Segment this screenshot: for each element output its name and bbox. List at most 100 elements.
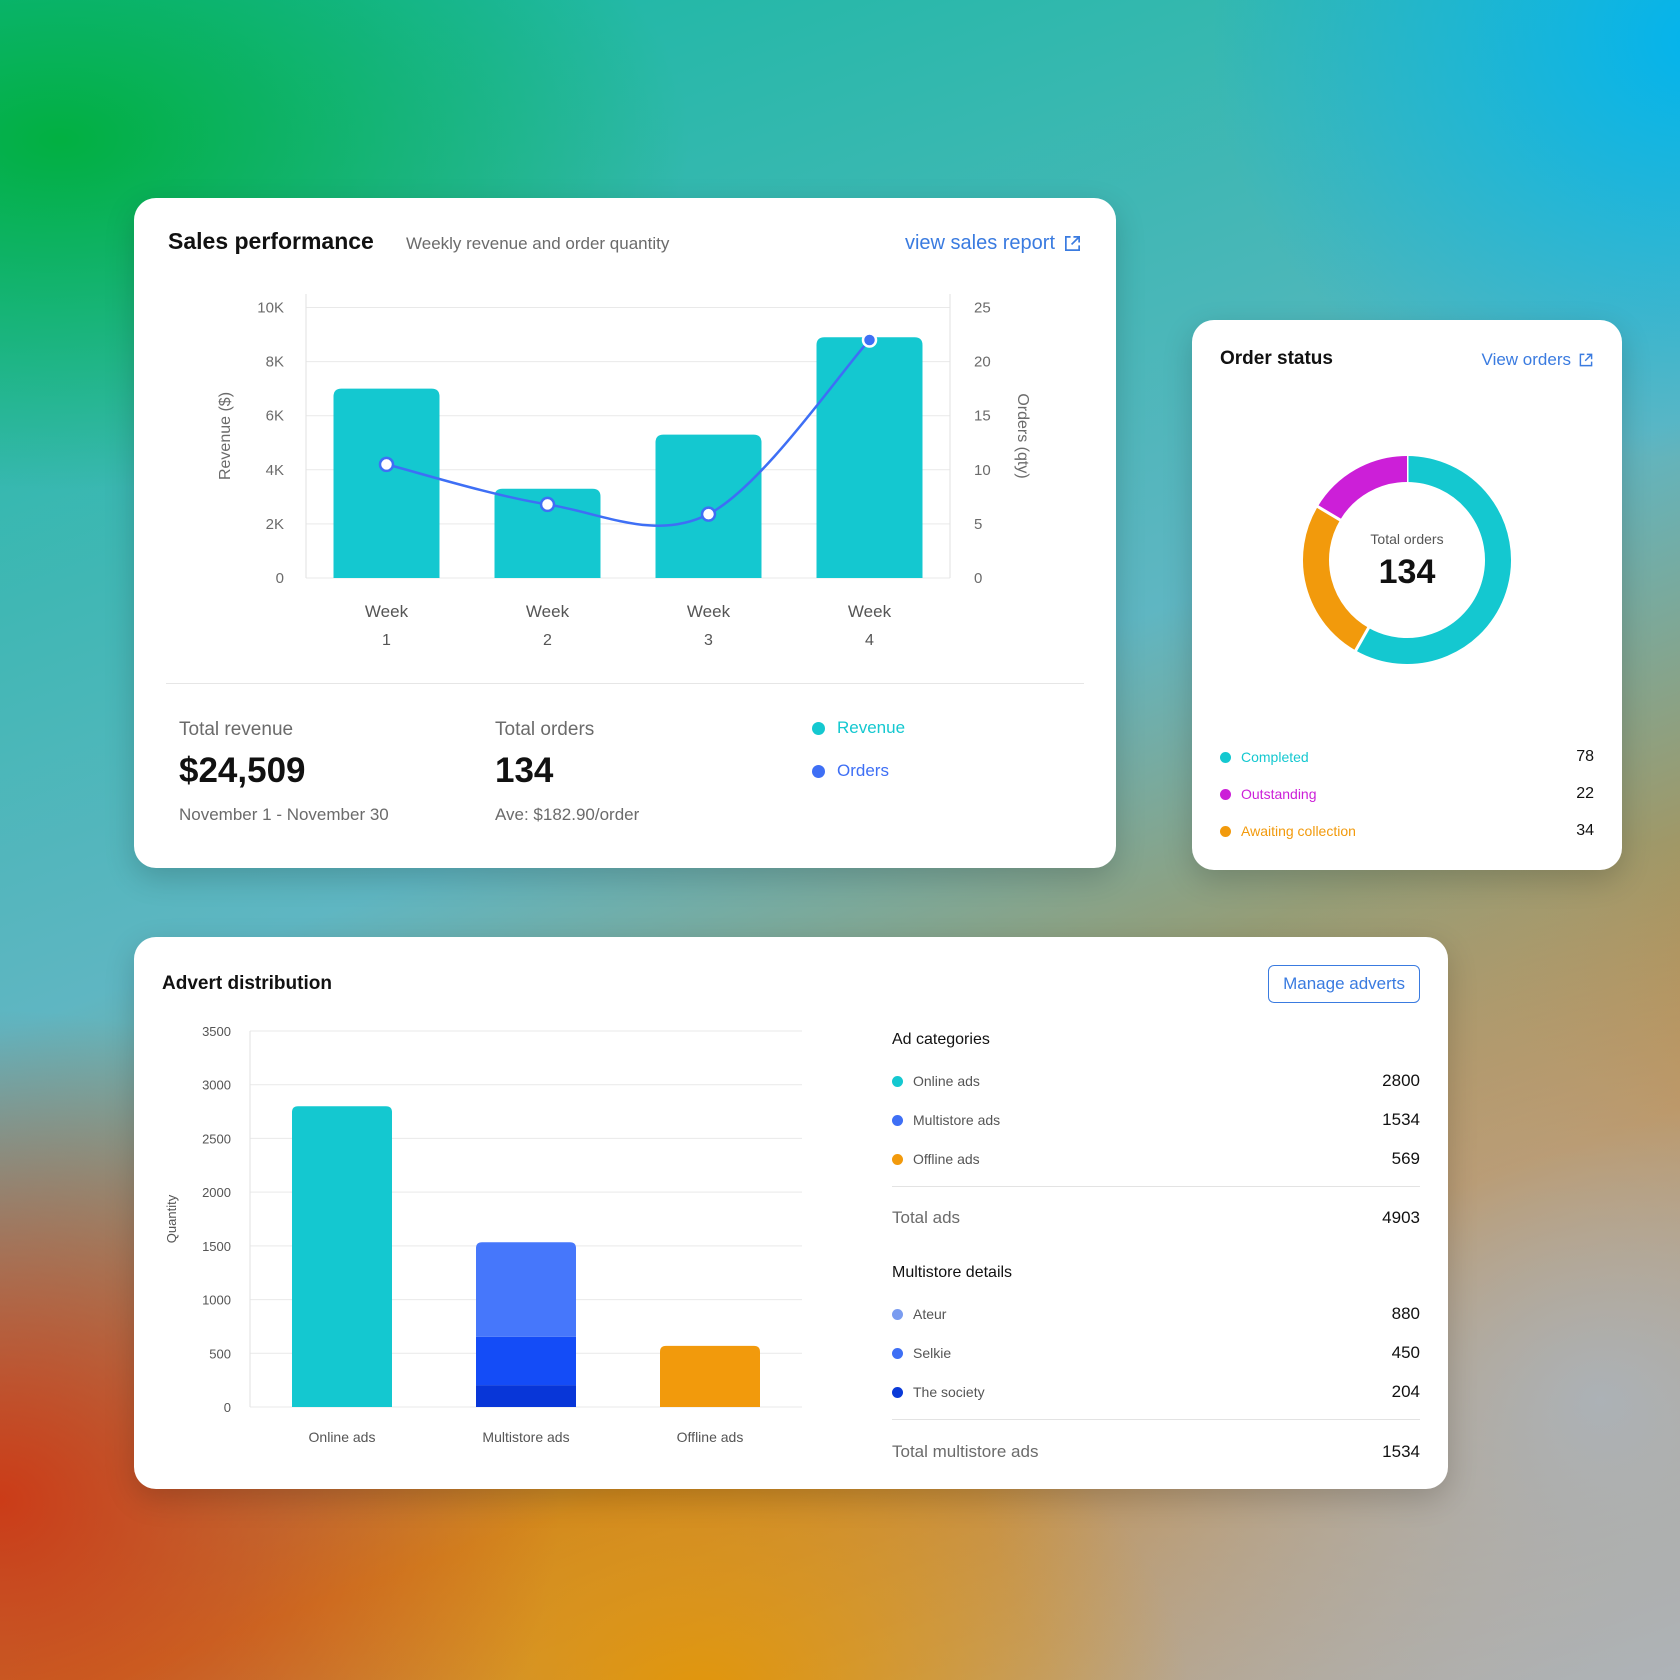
multistore-details-title: Multistore details [892, 1264, 1013, 1281]
legend-dot-icon [892, 1153, 903, 1165]
legend-dot-icon [1220, 788, 1231, 800]
ad-category-value: 2800 [1382, 1071, 1420, 1090]
legend-dot-icon [892, 1386, 903, 1398]
total-revenue-label: Total revenue [179, 719, 294, 740]
status-label: Completed [1241, 749, 1309, 765]
orders-point [378, 456, 395, 473]
revenue-bar [333, 388, 440, 578]
ad-category-row: Online ads 2800 [892, 1071, 1420, 1091]
ad-category-label: Multistore ads [913, 1112, 1001, 1128]
status-value: 22 [1576, 785, 1594, 802]
legend-dot-icon [892, 1308, 903, 1320]
ad-categories-title: Ad categories [892, 1031, 990, 1048]
status-row-completed: Completed 78 [1220, 748, 1594, 766]
date-range: November 1 - November 30 [179, 805, 389, 824]
advert-chart: 0 500 1000 1500 2000 2500 3000 3500 Quantity Onli… [164, 1024, 802, 1445]
y-tick-label: 6K [266, 408, 284, 425]
sales-performance-card: Sales performance Weekly revenue and ord… [134, 198, 1116, 868]
x-tick-label: 3 [704, 632, 713, 649]
total-multistore-row: Total multistore ads 1534 [892, 1442, 1420, 1462]
total-orders-value: 134 [495, 751, 554, 790]
legend-orders-label: Orders [837, 761, 889, 780]
revenue-bar [816, 337, 923, 578]
legend-dot-icon [892, 1114, 903, 1126]
orders-point [861, 332, 878, 348]
sales-chart: 0 2K 4K 6K 8K 10K 0 5 10 15 20 25 Revenue ($) Orders … [217, 294, 1031, 649]
legend-dot-icon [1220, 825, 1231, 837]
multistore-label: Selkie [913, 1345, 952, 1361]
multistore-label: The society [913, 1384, 985, 1400]
y-tick-label: 2500 [202, 1131, 231, 1146]
orders-point [539, 496, 556, 513]
multistore-row: Selkie 450 [892, 1343, 1420, 1363]
status-row-outstanding: Outstanding 22 [1220, 785, 1594, 803]
manage-adverts-button[interactable]: Manage adverts [1268, 965, 1420, 1003]
status-value: 34 [1576, 822, 1594, 839]
multistore-row: Ateur 880 [892, 1304, 1420, 1324]
total-multistore-value: 1534 [1382, 1442, 1420, 1461]
y-tick-label: 3000 [202, 1078, 231, 1093]
x-tick-label: Week [848, 602, 892, 621]
sales-divider [166, 683, 1084, 684]
ad-category-row: Offline ads 569 [892, 1149, 1420, 1169]
orders-line [386, 339, 871, 527]
x-tick-label: Week [687, 602, 731, 621]
status-label: Awaiting collection [1241, 823, 1356, 839]
legend-dot-icon [892, 1347, 903, 1359]
y-tick-label: 0 [224, 1400, 231, 1415]
y-tick-label: 1500 [202, 1239, 231, 1254]
order-status-card: Order status View orders Total orders 134… [1192, 320, 1622, 870]
legend-dot-icon [892, 1075, 903, 1087]
x-tick-label: 2 [543, 632, 552, 649]
x-tick-label: Week [365, 602, 409, 621]
advert-bar-segment [292, 1106, 392, 1407]
total-orders-label: Total orders [495, 719, 595, 740]
ad-category-value: 569 [1391, 1149, 1420, 1168]
ad-category-value: 1534 [1382, 1110, 1420, 1129]
x-tick-label: 4 [865, 632, 874, 649]
advert-distribution-card: Advert distribution Manage adverts 0 500 1… [134, 937, 1448, 1489]
y-tick-label: 10K [257, 300, 284, 317]
y2-axis-label: Orders (qty) [1014, 393, 1031, 478]
total-multistore-label: Total multistore ads [892, 1442, 1039, 1461]
y2-tick-label: 20 [974, 354, 991, 371]
orders-point [700, 506, 717, 522]
order-status-donut: Total orders 134 [1303, 455, 1511, 664]
y-tick-label: 2K [266, 516, 284, 533]
y-tick-label: 4K [266, 462, 284, 479]
y-tick-label: 1000 [202, 1293, 231, 1308]
multistore-row: The society 204 [892, 1382, 1420, 1402]
legend-dot-icon [812, 764, 825, 778]
legend-dot-icon [812, 721, 825, 735]
donut-slice [1317, 456, 1408, 521]
y-axis-label: Quantity [164, 1194, 179, 1243]
y2-tick-label: 15 [974, 408, 991, 425]
y-axis-label: Revenue ($) [217, 392, 234, 480]
total-revenue-value: $24,509 [179, 751, 306, 790]
revenue-bar [655, 434, 762, 578]
advert-bar-segment [476, 1336, 576, 1386]
legend-revenue: Revenue [812, 718, 905, 738]
ad-category-label: Online ads [913, 1073, 980, 1089]
legend-revenue-label: Revenue [837, 718, 906, 737]
advert-bar-segment [476, 1242, 576, 1337]
average-order: Ave: $182.90/order [495, 805, 640, 824]
total-ads-label: Total ads [892, 1208, 961, 1227]
donut-center-value: 134 [1379, 553, 1436, 591]
y-tick-label: 0 [276, 570, 284, 587]
advert-bar-segment [476, 1385, 576, 1407]
y2-tick-label: 5 [974, 516, 982, 533]
status-label: Outstanding [1241, 786, 1317, 802]
donut-slice [1303, 506, 1369, 651]
y2-tick-label: 25 [974, 300, 991, 317]
legend-orders: Orders [812, 761, 889, 781]
status-value: 78 [1576, 748, 1594, 765]
multistore-label: Ateur [913, 1306, 947, 1322]
x-tick-label: Multistore ads [482, 1429, 569, 1445]
multistore-value: 880 [1391, 1304, 1420, 1323]
ad-category-label: Offline ads [913, 1151, 980, 1167]
legend-dot-icon [1220, 751, 1231, 763]
status-row-awaiting: Awaiting collection 34 [1220, 822, 1594, 840]
ad-category-row: Multistore ads 1534 [892, 1110, 1420, 1130]
x-tick-label: Offline ads [677, 1429, 744, 1445]
